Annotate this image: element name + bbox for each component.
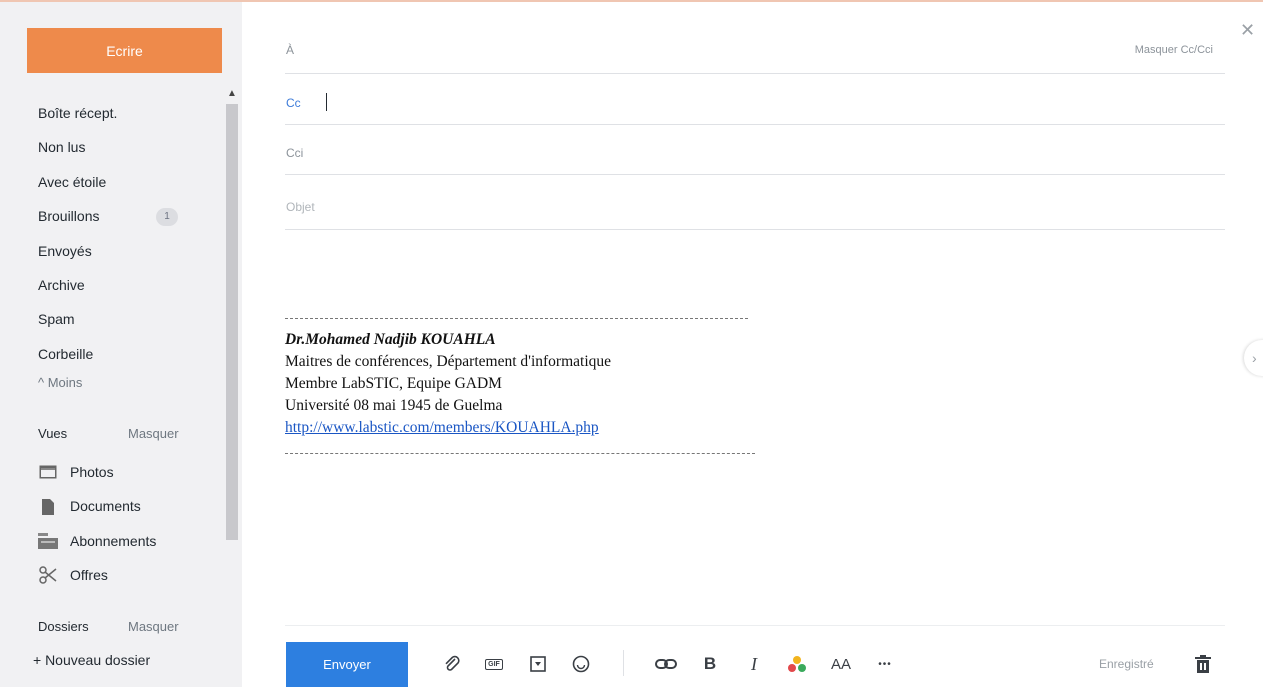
bold-icon[interactable]: B — [699, 653, 721, 675]
sidebar-item-archive[interactable]: Archive — [38, 268, 188, 302]
sidebar-scrollbar[interactable]: ▲ — [224, 86, 240, 546]
font-size-icon[interactable]: AA — [830, 653, 852, 675]
drafts-count-badge: 1 — [156, 208, 178, 227]
sidebar-item-label: Avec étoile — [38, 173, 107, 190]
scrollbar-thumb[interactable] — [226, 104, 238, 540]
sidebar-item-label: Archive — [38, 276, 85, 293]
sidebar-item-label: Corbeille — [38, 345, 94, 362]
sidebar-item-trash[interactable]: Corbeille — [38, 337, 188, 371]
views-list: Photos Documents Abonnements Offres — [38, 455, 156, 593]
scroll-up-icon[interactable]: ▲ — [224, 86, 240, 102]
sidebar-item-sent[interactable]: Envoyés — [38, 234, 188, 268]
signature-rule-bottom — [285, 453, 755, 455]
cc-field[interactable]: Cc — [285, 90, 1225, 125]
signature-line: Maitres de conférences, Département d'in… — [285, 353, 611, 370]
compose-button[interactable]: Ecrire — [27, 28, 222, 73]
gif-icon[interactable]: GIF — [483, 653, 505, 675]
sidebar: Ecrire Boîte récept. Non lus Avec étoile… — [0, 2, 242, 687]
folders-section-title: Dossiers — [38, 619, 89, 634]
sidebar-item-label: Envoyés — [38, 242, 92, 259]
more-options-icon[interactable]: ••• — [874, 653, 896, 675]
subscriptions-icon — [38, 532, 58, 550]
sidebar-item-label: Abonnements — [70, 532, 157, 549]
views-section-title: Vues — [38, 426, 68, 441]
photo-icon — [38, 463, 58, 481]
sidebar-item-label: Brouillons — [38, 208, 100, 225]
emoji-icon[interactable] — [570, 653, 592, 675]
hide-views-button[interactable]: Masquer — [128, 426, 179, 441]
sidebar-item-starred[interactable]: Avec étoile — [38, 165, 188, 199]
to-field[interactable]: À Masquer Cc/Cci — [285, 38, 1225, 74]
bcc-label: Cci — [286, 146, 304, 160]
chevron-right-icon[interactable]: › — [1244, 340, 1263, 376]
close-icon[interactable]: ✕ — [1240, 20, 1255, 41]
toolbar-separator — [623, 650, 624, 676]
gif-label: GIF — [485, 658, 503, 670]
folder-list: Boîte récept. Non lus Avec étoile Brouil… — [38, 96, 188, 371]
sidebar-item-label: Documents — [70, 498, 141, 515]
subject-field[interactable]: Objet — [285, 195, 1225, 230]
sidebar-item-offers[interactable]: Offres — [38, 558, 156, 592]
sidebar-item-inbox[interactable]: Boîte récept. — [38, 96, 188, 130]
sidebar-item-label: Non lus — [38, 139, 86, 156]
sidebar-item-subscriptions[interactable]: Abonnements — [38, 524, 156, 558]
document-icon — [38, 498, 58, 516]
to-label: À — [286, 43, 295, 57]
hide-cc-bcc-link[interactable]: Masquer Cc/Cci — [1135, 44, 1213, 56]
sidebar-item-label: Offres — [70, 567, 108, 584]
sidebar-item-photos[interactable]: Photos — [38, 455, 156, 489]
signature-link[interactable]: http://www.labstic.com/members/KOUAHLA.p… — [285, 419, 599, 436]
sidebar-item-documents[interactable]: Documents — [38, 489, 156, 523]
send-button[interactable]: Envoyer — [286, 642, 408, 687]
toolbar-divider — [285, 625, 1225, 626]
signature-name: Dr.Mohamed Nadjib KOUAHLA — [285, 331, 496, 348]
sidebar-item-spam[interactable]: Spam — [38, 302, 188, 336]
signature-line: Membre LabSTIC, Equipe GADM — [285, 375, 502, 392]
attachment-icon[interactable] — [441, 653, 463, 675]
signature-rule-top — [285, 318, 748, 320]
trash-icon[interactable] — [1192, 653, 1214, 675]
link-icon[interactable] — [655, 653, 677, 675]
italic-icon[interactable]: I — [743, 653, 765, 675]
subject-placeholder: Objet — [286, 200, 315, 214]
signature-block: Dr.Mohamed Nadjib KOUAHLA Maitres de con… — [285, 329, 611, 439]
show-less-link[interactable]: ^ Moins — [38, 375, 82, 390]
new-folder-button[interactable]: + Nouveau dossier — [33, 652, 150, 668]
sidebar-item-unread[interactable]: Non lus — [38, 130, 188, 164]
scissors-icon — [38, 566, 58, 585]
sticker-icon[interactable] — [527, 653, 549, 675]
bcc-field[interactable]: Cci — [285, 140, 1225, 175]
sidebar-item-label: Spam — [38, 311, 75, 328]
sidebar-item-drafts[interactable]: Brouillons 1 — [38, 199, 188, 233]
saved-status: Enregistré — [1099, 657, 1154, 671]
sidebar-item-label: Boîte récept. — [38, 105, 118, 121]
hide-folders-button[interactable]: Masquer — [128, 619, 179, 634]
text-cursor — [326, 93, 327, 111]
cc-label: Cc — [286, 96, 301, 110]
signature-line: Université 08 mai 1945 de Guelma — [285, 397, 503, 414]
text-color-icon[interactable] — [786, 653, 808, 675]
sidebar-item-label: Photos — [70, 464, 114, 480]
